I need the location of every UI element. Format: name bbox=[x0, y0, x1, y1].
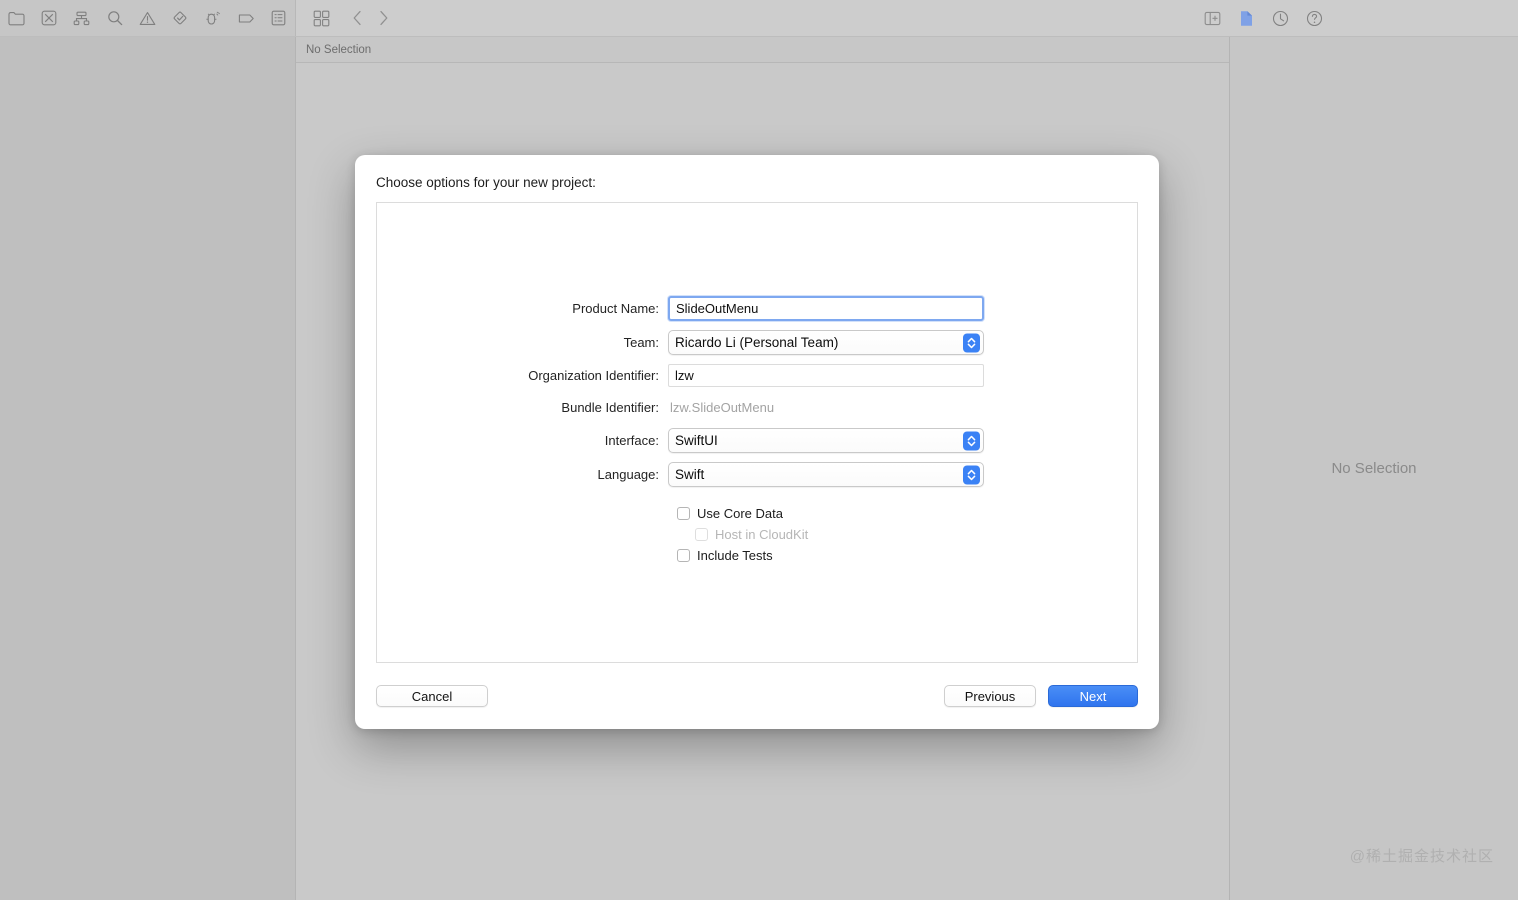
breadcrumb: No Selection bbox=[306, 43, 372, 56]
checkbox-row-include-tests[interactable]: Include Tests bbox=[668, 548, 1137, 563]
history-inspector-icon[interactable] bbox=[1263, 3, 1297, 33]
help-inspector-icon[interactable] bbox=[1297, 3, 1331, 33]
language-field-wrap: Swift bbox=[668, 462, 984, 487]
product-name-field-wrap bbox=[668, 296, 984, 321]
editor-toolbar bbox=[296, 0, 1229, 36]
form-row-team: Team: Ricardo Li (Personal Team) bbox=[377, 330, 1137, 355]
product-name-input[interactable] bbox=[668, 296, 984, 321]
project-options-form: Product Name: Team: Ricardo Li (Personal… bbox=[377, 296, 1137, 569]
checkbox-row-use-core-data[interactable]: Use Core Data bbox=[668, 506, 1137, 521]
chevron-right-icon[interactable] bbox=[370, 3, 396, 33]
dialog-title: Choose options for your new project: bbox=[376, 175, 596, 190]
chevron-updown-icon bbox=[963, 431, 980, 450]
test-navigator-icon[interactable] bbox=[164, 3, 197, 33]
form-row-language: Language: Swift bbox=[377, 462, 1137, 487]
use-core-data-checkbox[interactable] bbox=[677, 507, 690, 520]
symbol-navigator-icon[interactable] bbox=[66, 3, 99, 33]
breakpoint-navigator-icon[interactable] bbox=[229, 3, 262, 33]
language-label: Language: bbox=[597, 467, 659, 482]
bundle-identifier-value: lzw.SlideOutMenu bbox=[670, 400, 775, 415]
inspector-toolbar bbox=[1229, 0, 1518, 36]
team-selected-value: Ricardo Li (Personal Team) bbox=[675, 335, 839, 350]
new-project-options-dialog: Choose options for your new project: Pro… bbox=[355, 155, 1159, 729]
navigator-toolbar bbox=[0, 0, 296, 36]
interface-selected-value: SwiftUI bbox=[675, 433, 718, 448]
report-navigator-icon[interactable] bbox=[262, 3, 295, 33]
host-in-cloudkit-label: Host in CloudKit bbox=[715, 527, 809, 542]
toolbar bbox=[0, 0, 1518, 37]
dialog-footer: Cancel Previous Next bbox=[376, 663, 1138, 729]
organization-identifier-input[interactable] bbox=[668, 364, 984, 387]
find-navigator-icon[interactable] bbox=[98, 3, 131, 33]
interface-popup-button[interactable]: SwiftUI bbox=[668, 428, 984, 453]
product-name-label: Product Name: bbox=[572, 301, 659, 316]
bundle-identifier-label: Bundle Identifier: bbox=[561, 400, 659, 415]
organization-identifier-label: Organization Identifier: bbox=[528, 368, 659, 383]
team-field-wrap: Ricardo Li (Personal Team) bbox=[668, 330, 984, 355]
next-button[interactable]: Next bbox=[1048, 685, 1138, 707]
jump-bar[interactable]: No Selection bbox=[296, 37, 1229, 63]
organization-identifier-field-wrap bbox=[668, 364, 984, 387]
chevron-updown-icon bbox=[963, 333, 980, 352]
interface-label: Interface: bbox=[604, 433, 659, 448]
add-editor-icon[interactable] bbox=[1195, 3, 1229, 33]
chevron-left-icon[interactable] bbox=[344, 3, 370, 33]
form-row-interface: Interface: SwiftUI bbox=[377, 428, 1137, 453]
previous-button[interactable]: Previous bbox=[944, 685, 1036, 707]
navigator-panel[interactable] bbox=[0, 37, 296, 900]
issue-navigator-icon[interactable] bbox=[131, 3, 164, 33]
host-in-cloudkit-checkbox bbox=[695, 528, 708, 541]
cancel-button[interactable]: Cancel bbox=[376, 685, 488, 707]
interface-field-wrap: SwiftUI bbox=[668, 428, 984, 453]
form-row-product-name: Product Name: bbox=[377, 296, 1137, 321]
checkbox-row-host-in-cloudkit: Host in CloudKit bbox=[668, 527, 1137, 542]
form-row-organization-identifier: Organization Identifier: bbox=[377, 364, 1137, 387]
xcode-window: No Selection No Selection @稀土掘金技术社区 Choo… bbox=[0, 0, 1518, 900]
source-control-navigator-icon[interactable] bbox=[33, 3, 66, 33]
debug-navigator-icon[interactable] bbox=[197, 3, 230, 33]
chevron-updown-icon bbox=[963, 465, 980, 484]
language-selected-value: Swift bbox=[675, 467, 705, 482]
navigation-arrows bbox=[344, 3, 396, 33]
bundle-identifier-field-wrap: lzw.SlideOutMenu bbox=[668, 396, 984, 419]
include-tests-checkbox[interactable] bbox=[677, 549, 690, 562]
form-row-bundle-identifier: Bundle Identifier: lzw.SlideOutMenu bbox=[377, 396, 1137, 419]
inspector-empty-label: No Selection bbox=[1331, 460, 1417, 477]
inspector-panel: No Selection bbox=[1229, 37, 1518, 900]
editor-mode-grid-icon[interactable] bbox=[304, 3, 338, 33]
dialog-content-panel: Product Name: Team: Ricardo Li (Personal… bbox=[376, 202, 1138, 663]
use-core-data-label: Use Core Data bbox=[697, 506, 783, 521]
include-tests-label: Include Tests bbox=[697, 548, 773, 563]
language-popup-button[interactable]: Swift bbox=[668, 462, 984, 487]
team-popup-button[interactable]: Ricardo Li (Personal Team) bbox=[668, 330, 984, 355]
team-label: Team: bbox=[623, 335, 659, 350]
file-inspector-icon[interactable] bbox=[1229, 3, 1263, 33]
project-navigator-icon[interactable] bbox=[0, 3, 33, 33]
